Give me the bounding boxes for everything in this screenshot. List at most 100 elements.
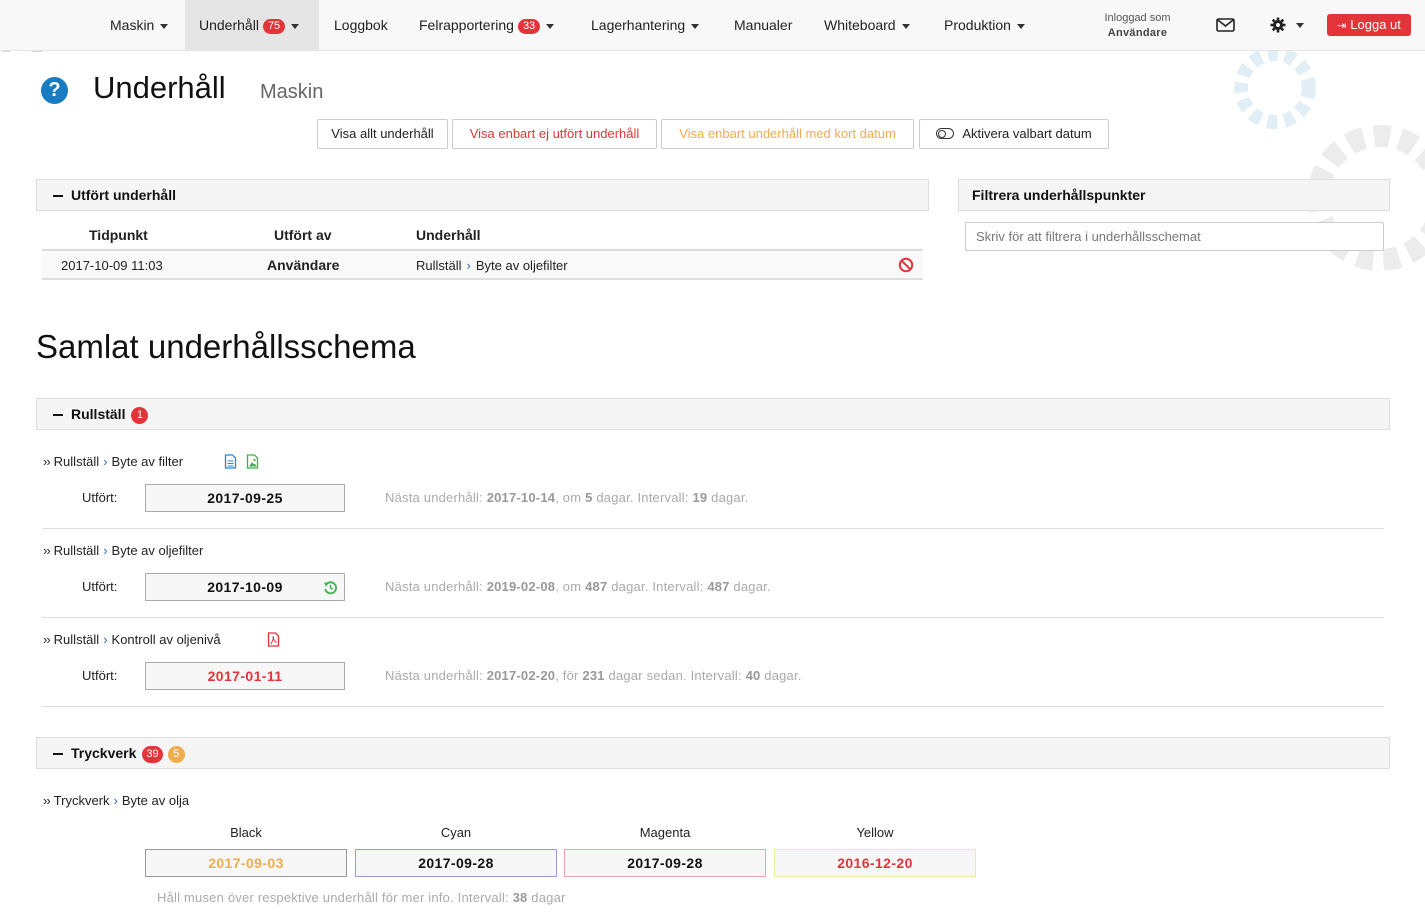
collapse-icon [53, 195, 63, 198]
logged-in-label: Inloggad som [1104, 12, 1171, 24]
show-not-done-button[interactable]: Visa enbart ej utfört underhåll [452, 119, 657, 149]
crumb-group: Rullställ [53, 632, 100, 647]
interval-days: 19 [692, 490, 708, 505]
crumb-group: Tryckverk [53, 793, 110, 808]
caret-down-icon [291, 23, 300, 29]
help-icon[interactable]: ? [41, 77, 68, 104]
breadcrumb-separator: › [466, 258, 471, 273]
interval-days: 487 [707, 579, 730, 594]
image-file-icon[interactable] [246, 454, 259, 469]
nav-lagerhantering[interactable]: Lagerhantering [591, 0, 700, 50]
collapse-icon [53, 753, 63, 756]
info-label: Intervall: [652, 579, 704, 594]
section-title: Samlat underhållsschema [36, 328, 416, 365]
nav-underhall[interactable]: Underhåll 75 [185, 0, 319, 50]
done-date-magenta[interactable]: 2017-09-28 [564, 849, 766, 877]
interval-days: 40 [745, 668, 761, 683]
next-date: 2017-10-14 [486, 490, 556, 505]
nav-felrapportering[interactable]: Felrapportering 33 [419, 0, 555, 50]
group-title: Rullställ [71, 406, 126, 422]
collapse-icon [53, 414, 63, 417]
column-header-task: Underhåll [416, 227, 481, 243]
activate-custom-date-button[interactable]: Aktivera valbart datum [919, 119, 1109, 149]
info-label: Intervall: [637, 490, 689, 505]
nav-label: Lagerhantering [591, 17, 686, 33]
info-rel: dagar sedan. [608, 668, 687, 683]
nav-badge: 75 [262, 19, 286, 34]
info-rel: dagar. [596, 490, 634, 505]
done-date-black[interactable]: 2017-09-03 [145, 849, 347, 877]
next-date: 2019-02-08 [486, 579, 556, 594]
nav-label: Maskin [110, 17, 155, 33]
filter-input[interactable] [965, 222, 1384, 251]
color-label-yellow: Yellow [856, 825, 894, 840]
nav-maskin[interactable]: Maskin [110, 0, 169, 50]
divider [42, 528, 1384, 529]
logout-button[interactable]: ⇥ Logga ut [1327, 14, 1411, 36]
settings-menu[interactable] [1270, 17, 1306, 35]
nav-produktion[interactable]: Produktion [944, 0, 1025, 50]
info-label: dagar. [764, 668, 802, 683]
done-label: Utfört: [82, 668, 118, 683]
info-label: Intervall: [690, 668, 742, 683]
info-label: Nästa underhåll: [385, 579, 483, 594]
group-header-rullstall[interactable]: Rullställ 1 [36, 398, 1390, 430]
done-date-yellow[interactable]: 2016-12-20 [774, 849, 976, 877]
ban-icon[interactable] [898, 257, 914, 273]
pdf-file-icon[interactable] [267, 632, 280, 647]
interval-days: 38 [512, 890, 528, 905]
caret-down-icon [546, 23, 555, 29]
toggle-icon [936, 128, 955, 139]
show-all-button[interactable]: Visa allt underhåll [317, 119, 448, 149]
days-count: 5 [585, 490, 593, 505]
show-short-date-button[interactable]: Visa enbart underhåll med kort datum [661, 119, 914, 149]
group-header-tryckverk[interactable]: Tryckverk 39 5 [36, 737, 1390, 769]
color-label-cyan: Cyan [440, 825, 472, 840]
row-task: Rullställ › Byte av oljefilter [416, 258, 568, 273]
column-header-time: Tidpunkt [89, 227, 148, 243]
done-date-field[interactable]: 2017-09-25 [145, 484, 345, 512]
crumb-task: Byte av oljefilter [111, 543, 204, 558]
done-date-field[interactable]: 2017-01-11 [145, 662, 345, 690]
gear-icon [1270, 17, 1286, 33]
page-title: Underhåll [93, 70, 226, 105]
logged-in-user: Inloggad som Användare [1090, 11, 1185, 41]
performed-panel-header[interactable]: Utfört underhåll [36, 179, 929, 211]
breadcrumb-separator: › [103, 632, 108, 647]
document-icon[interactable] [224, 454, 237, 469]
filter-panel-header: Filtrera underhållspunkter [958, 179, 1390, 211]
next-date: 2017-02-20 [486, 668, 556, 683]
nav-label: Produktion [944, 17, 1011, 33]
info-label: dagar. [733, 579, 771, 594]
nav-label: Manualer [734, 17, 793, 33]
double-chevron-icon: ›› [43, 454, 51, 469]
color-label-magenta: Magenta [639, 825, 691, 840]
done-date-field[interactable]: 2017-10-09 [145, 573, 345, 601]
done-date-cyan[interactable]: 2017-09-28 [355, 849, 557, 877]
nav-badge: 33 [517, 19, 541, 34]
next-maintenance-info: Nästa underhåll: 2019-02-08, om 487 daga… [385, 579, 771, 594]
days-count: 487 [585, 579, 608, 594]
info-rel: , om [555, 579, 582, 594]
schedule-item-breadcrumb: ›› Tryckverk › Byte av olja [43, 793, 189, 808]
undo-history-icon[interactable] [323, 580, 338, 595]
button-label: Aktivera valbart datum [962, 126, 1092, 141]
next-maintenance-info: Nästa underhåll: 2017-02-20, för 231 dag… [385, 668, 802, 683]
nav-label: Loggbok [334, 17, 388, 33]
breadcrumb-separator: › [103, 454, 108, 469]
user-name: Användare [1107, 27, 1168, 39]
nav-manualer[interactable]: Manualer [734, 0, 792, 50]
info-rel: , om [555, 490, 582, 505]
info-label: Nästa underhåll: [385, 490, 483, 505]
done-label: Utfört: [82, 579, 118, 594]
color-label-black: Black [230, 825, 262, 840]
hint-unit: dagar [531, 890, 566, 905]
mail-icon[interactable] [1216, 18, 1235, 32]
row-group: Rullställ [416, 258, 462, 273]
nav-whiteboard[interactable]: Whiteboard [824, 0, 910, 50]
days-count: 231 [582, 668, 605, 683]
info-label: dagar. [711, 490, 749, 505]
schedule-item-breadcrumb: ›› Rullställ › Kontroll av oljenivå [43, 632, 221, 647]
nav-label: Felrapportering [419, 17, 514, 33]
nav-loggbok[interactable]: Loggbok [334, 0, 388, 50]
